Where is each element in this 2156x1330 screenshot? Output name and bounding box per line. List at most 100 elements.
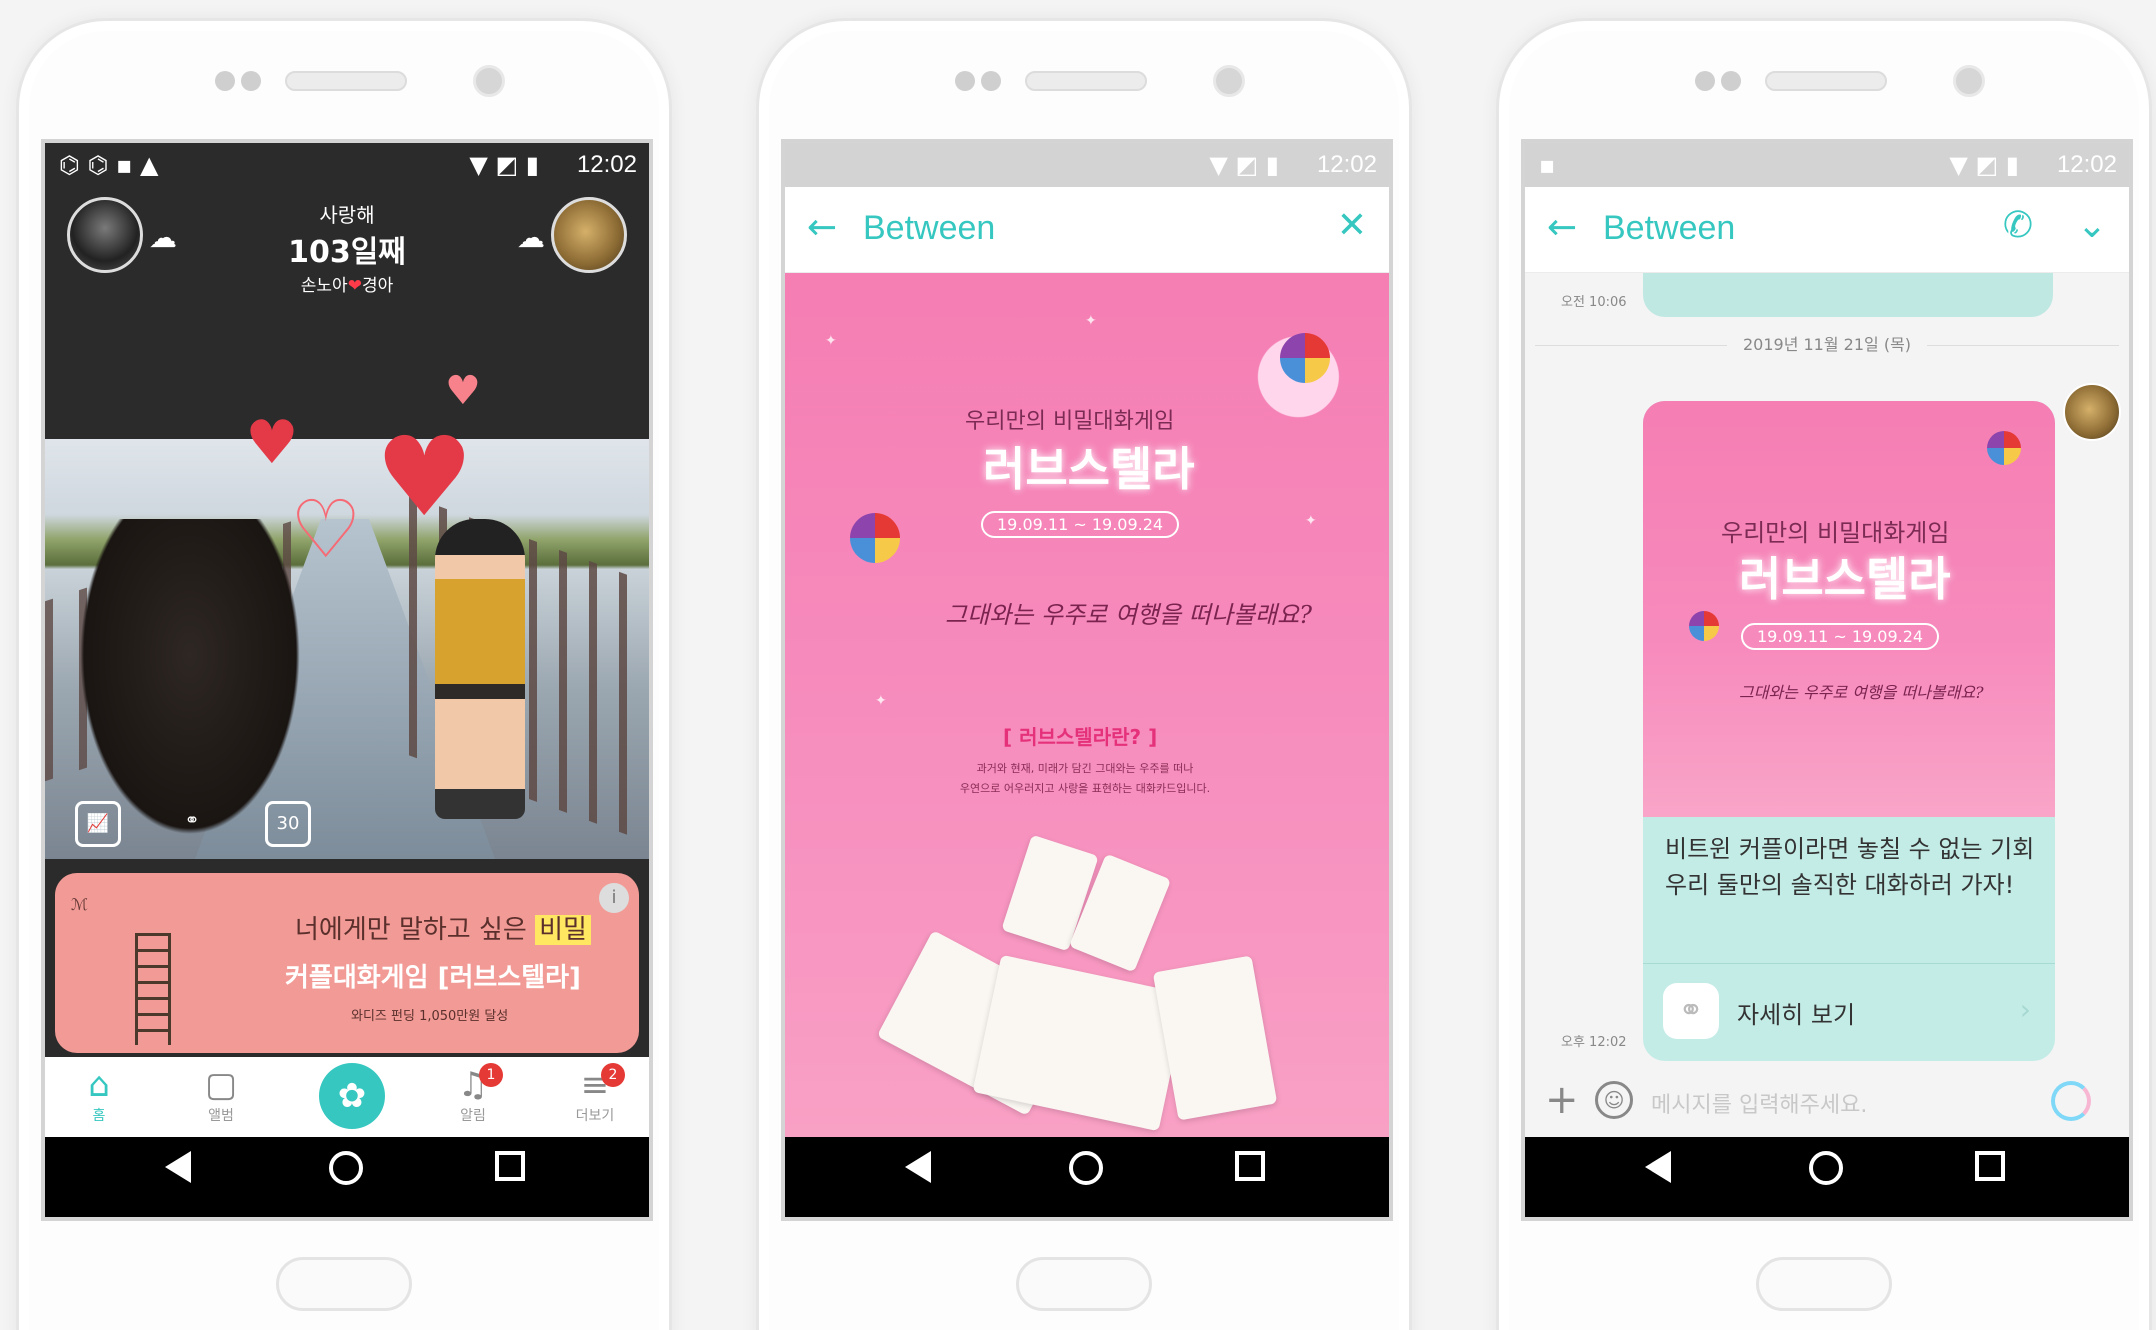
message-text: 비트윈 커플이라면 놓칠 수 없는 기회 우리 둘만의 솔직한 대화하러 가자! [1665,831,2037,903]
tab-more[interactable]: ≡ 더보기 2 [535,1063,649,1125]
avatar[interactable] [2063,383,2121,441]
nav-home-icon[interactable] [329,1151,363,1185]
center-action-button[interactable]: ✿ [319,1063,385,1129]
chat-area: 오전 10:06 2019년 11월 21일 (목) 우리만의 비밀대화게임 러… [1525,273,2129,1137]
phone-frame-home: ⌬ ⌬ ▪ ▲ ▼ ◩ ▮ 12:02 ☁ 사랑해 103일째 손노아❤경아 ☁ [16,18,672,1330]
poster-desc-line: 우연으로 어우러지고 사랑을 표현하는 대화카드입니다. [959,782,1211,795]
status-bar: ⌬ ⌬ ▪ ▲ ▼ ◩ ▮ 12:02 [45,143,649,187]
status-time: 12:02 [1316,151,1377,178]
nav-recent-icon[interactable] [495,1151,525,1181]
notification-icons: ▪ [1539,151,1556,179]
message-body: 비트윈 커플이라면 놓칠 수 없는 기회 우리 둘만의 솔직한 대화하러 가자! [1665,835,2035,899]
chevron-down-icon[interactable]: ⌄ [2077,205,2107,246]
chat-screen: ▪ ▼ ◩ ▮ 12:02 ← Between ✆ ⌄ 오전 10:06 201… [1521,139,2133,1221]
lovestella-logo-icon: ℳ [71,895,89,914]
sensor-dot [1695,71,1715,91]
calendar-icon[interactable]: 30 [265,801,311,847]
banner-line3: 와디즈 펀딩 1,050만원 달성 [351,1009,509,1024]
photo-person [435,519,525,819]
poster-question: [ 러브스텔라란? ] [1003,725,1158,749]
sparkle-icon: ✦ [1085,313,1097,329]
banner-line1: 너에게만 말하고 싶은 비밀 [295,909,591,946]
phone-call-icon[interactable]: ✆ [2003,205,2033,246]
card-title: 러브스텔라 [1739,552,1951,606]
app-title: Between [1603,209,1736,247]
shared-event-card[interactable]: 우리만의 비밀대화게임 러브스텔라 19.09.11 ~ 19.09.24 그대… [1643,401,2055,1061]
tab-label: 더보기 [575,1108,615,1124]
android-nav-bar [45,1137,649,1217]
chevron-right-icon: › [2019,993,2031,1026]
bell-icon: ♫ [457,1065,489,1105]
tab-label: 앨범 [208,1108,234,1124]
sensor-dot [215,71,235,91]
photo-edit-icon[interactable]: 📈 [75,801,121,847]
phone-top-hardware [759,51,1409,111]
back-arrow-icon[interactable]: ← [1547,207,1577,248]
nav-home-icon[interactable] [1069,1151,1103,1185]
tab-label: 홈 [92,1108,106,1124]
avatar-me[interactable] [551,197,627,273]
nav-back-icon[interactable] [165,1151,191,1183]
app-bar: ← Between ✕ [785,187,1389,273]
balloon-icon [1689,611,1719,641]
front-camera [1213,65,1245,97]
tab-album[interactable]: ▢ 앨범 [161,1065,281,1125]
status-time: 12:02 [2056,151,2117,178]
photo-toolbar: 📈 ⚭ 30 [45,787,649,847]
poster-script: 그대와는 우주로 여행을 떠나볼래요? [945,601,1312,629]
ladder-illustration [135,933,171,1045]
front-camera [1953,65,1985,97]
poster-subtitle: 우리만의 비밀대화게임 [965,409,1175,434]
front-camera [473,65,505,97]
info-icon[interactable]: i [599,883,629,913]
banner-line2: 커플대화게임 [러브스텔라] [285,963,581,993]
tab-label: 알림 [460,1108,486,1124]
couple-header: ☁ 사랑해 103일째 손노아❤경아 ☁ [45,187,649,357]
phone-frame-chat: ▪ ▼ ◩ ▮ 12:02 ← Between ✆ ⌄ 오전 10:06 201… [1496,18,2152,1330]
nav-back-icon[interactable] [905,1151,931,1183]
emoji-icon[interactable]: ☺ [1595,1081,1633,1119]
android-nav-bar [1525,1137,2129,1217]
poster-title: 러브스텔라 [983,442,1195,496]
promo-banner[interactable]: ℳ 너에게만 말하고 싶은 비밀 커플대화게임 [러브스텔라] 와디즈 펀딩 1… [55,873,639,1053]
earpiece-speaker [285,71,407,91]
poster-desc-line: 과거와 현재, 미래가 담긴 그대와는 우주를 떠나 [976,762,1194,775]
app-store-screenshots: ⌬ ⌬ ▪ ▲ ▼ ◩ ▮ 12:02 ☁ 사랑해 103일째 손노아❤경아 ☁ [0,0,2156,1330]
sparkle-icon: ✦ [1305,513,1317,529]
hardware-home-button [1016,1257,1152,1311]
event-poster[interactable]: ✦ ✦ ✦ ✦ 우리만의 비밀대화게임 러브스텔라 19.09.11 ~ 19.… [785,273,1389,1137]
phone-frame-poster: ▼ ◩ ▮ 12:02 ← Between ✕ ✦ ✦ ✦ ✦ 우리만의 비밀대… [756,18,1412,1330]
tab-alerts[interactable]: ♫ 알림 1 [413,1063,533,1125]
sensor-dot [981,71,1001,91]
balloon-icon [1987,431,2021,465]
status-bar: ▪ ▼ ◩ ▮ 12:02 [1525,143,2129,187]
previous-message-bubble[interactable] [1643,273,2053,317]
nav-home-icon[interactable] [1809,1151,1843,1185]
details-link[interactable]: ⚭ 자세히 보기 › [1663,983,2035,1043]
sparkle-icon: ✦ [875,693,887,709]
poster-date: 19.09.11 ~ 19.09.24 [981,511,1180,538]
earpiece-speaker [1765,71,1887,91]
nav-recent-icon[interactable] [1975,1151,2005,1181]
card-separator [1643,963,2055,964]
phone-top-hardware [1499,51,2149,111]
couple-rings-icon[interactable]: ⚭ [169,801,215,847]
notification-icons: ⌬ ⌬ ▪ ▲ [59,151,159,179]
game-card-image [1152,955,1278,1121]
close-icon[interactable]: ✕ [1337,205,1367,246]
message-input[interactable]: 메시지를 입력해주세요. [1651,1087,1867,1119]
earpiece-speaker [1025,71,1147,91]
date-divider-label: 2019년 11월 21일 (목) [1727,331,1927,355]
send-icon[interactable] [2051,1081,2091,1121]
back-arrow-icon[interactable]: ← [807,207,837,248]
signal-battery-icons: ▼ ◩ ▮ [1949,151,2019,179]
card-script: 그대와는 우주로 여행을 떠나볼래요? [1739,683,1984,702]
couple-names: 손노아❤경아 [45,271,649,296]
bottom-tab-bar: ⌂ 홈 ▢ 앨범 ✿ ♫ 알림 1 ≡ 더보기 2 [45,1057,649,1137]
sensor-dot [241,71,261,91]
tab-home[interactable]: ⌂ 홈 [45,1065,159,1125]
album-icon: ▢ [204,1065,238,1105]
nav-recent-icon[interactable] [1235,1151,1265,1181]
nav-back-icon[interactable] [1645,1151,1671,1183]
plus-icon[interactable]: + [1545,1077,1579,1123]
